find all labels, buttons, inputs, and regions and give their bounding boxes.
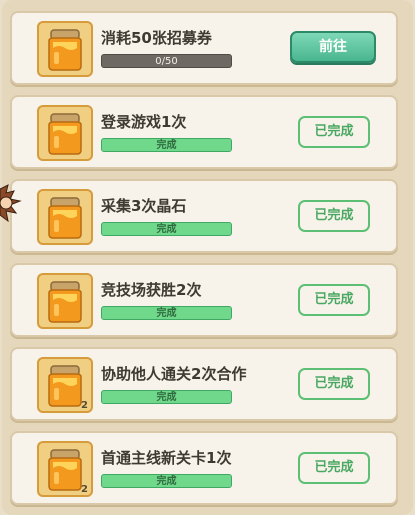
reward-icon-box[interactable]: 2: [37, 441, 93, 497]
honey-jar-icon: [48, 29, 82, 71]
task-card: 竞技场获胜2次 完成 已完成: [10, 263, 398, 337]
task-card: 2 协助他人通关2次合作 完成 已完成: [10, 347, 398, 421]
honey-jar-icon: [48, 365, 82, 407]
task-title: 消耗50张招募券: [101, 29, 212, 47]
task-title: 竞技场获胜2次: [101, 281, 202, 299]
reward-count: 2: [81, 400, 88, 411]
honey-jar-icon: [48, 449, 82, 491]
reward-icon-box[interactable]: [37, 273, 93, 329]
reward-icon-box[interactable]: [37, 189, 93, 245]
completed-button[interactable]: 已完成: [298, 452, 370, 484]
progress-bar: 完成: [101, 306, 232, 320]
reward-icon-box[interactable]: [37, 21, 93, 77]
task-title: 采集3次晶石: [101, 197, 187, 215]
task-title: 首通主线新关卡1次: [101, 449, 232, 467]
completed-button[interactable]: 已完成: [298, 368, 370, 400]
task-card: 采集3次晶石 完成 已完成: [10, 179, 398, 253]
go-button[interactable]: 前往: [290, 31, 376, 63]
progress-bar: 0/50: [101, 54, 232, 68]
task-card: 消耗50张招募券 0/50 前往: [10, 11, 398, 85]
progress-bar: 完成: [101, 222, 232, 236]
task-title: 协助他人通关2次合作: [101, 365, 247, 383]
reward-icon-box[interactable]: 2: [37, 357, 93, 413]
honey-jar-icon: [48, 281, 82, 323]
completed-button[interactable]: 已完成: [298, 200, 370, 232]
reward-icon-box[interactable]: [37, 105, 93, 161]
character-decoration: [0, 184, 22, 223]
progress-bar: 完成: [101, 138, 232, 152]
completed-button[interactable]: 已完成: [298, 284, 370, 316]
task-card: 登录游戏1次 完成 已完成: [10, 95, 398, 169]
task-card: 2 首通主线新关卡1次 完成 已完成: [10, 431, 398, 505]
completed-button[interactable]: 已完成: [298, 116, 370, 148]
task-title: 登录游戏1次: [101, 113, 187, 131]
progress-bar: 完成: [101, 390, 232, 404]
honey-jar-icon: [48, 197, 82, 239]
reward-count: 2: [81, 484, 88, 495]
progress-bar: 完成: [101, 474, 232, 488]
honey-jar-icon: [48, 113, 82, 155]
